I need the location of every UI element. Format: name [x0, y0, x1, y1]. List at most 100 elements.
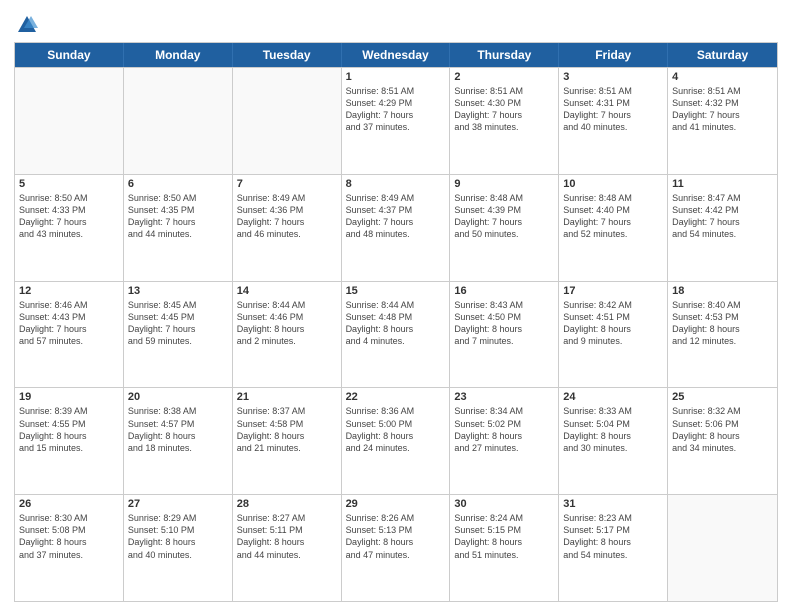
calendar: SundayMondayTuesdayWednesdayThursdayFrid… [14, 42, 778, 602]
day-info: Sunrise: 8:34 AM Sunset: 5:02 PM Dayligh… [454, 405, 554, 454]
day-number: 4 [672, 71, 773, 83]
week-row-1: 5 Sunrise: 8:50 AM Sunset: 4:33 PM Daylig… [15, 174, 777, 281]
day-info: Sunrise: 8:45 AM Sunset: 4:45 PM Dayligh… [128, 299, 228, 348]
day-number: 23 [454, 391, 554, 403]
day-info: Sunrise: 8:48 AM Sunset: 4:39 PM Dayligh… [454, 192, 554, 241]
day-number: 19 [19, 391, 119, 403]
day-number: 24 [563, 391, 663, 403]
day-info: Sunrise: 8:30 AM Sunset: 5:08 PM Dayligh… [19, 512, 119, 561]
day-cell: 31 Sunrise: 8:23 AM Sunset: 5:17 PM Dayli… [559, 495, 668, 601]
day-number: 6 [128, 178, 228, 190]
day-cell: 14 Sunrise: 8:44 AM Sunset: 4:46 PM Dayli… [233, 282, 342, 388]
day-number: 13 [128, 285, 228, 297]
day-info: Sunrise: 8:50 AM Sunset: 4:33 PM Dayligh… [19, 192, 119, 241]
day-cell: 13 Sunrise: 8:45 AM Sunset: 4:45 PM Dayli… [124, 282, 233, 388]
day-number: 3 [563, 71, 663, 83]
day-cell: 21Sunrise: 8:37 AM Sunset: 4:58 PM Dayli… [233, 388, 342, 494]
day-header-thursday: Thursday [450, 43, 559, 67]
day-cell: 26 Sunrise: 8:30 AM Sunset: 5:08 PM Dayli… [15, 495, 124, 601]
day-cell: 7 Sunrise: 8:49 AM Sunset: 4:36 PM Daylig… [233, 175, 342, 281]
day-cell: 29Sunrise: 8:26 AM Sunset: 5:13 PM Dayli… [342, 495, 451, 601]
day-info: Sunrise: 8:50 AM Sunset: 4:35 PM Dayligh… [128, 192, 228, 241]
day-cell: 15Sunrise: 8:44 AM Sunset: 4:48 PM Dayli… [342, 282, 451, 388]
day-info: Sunrise: 8:26 AM Sunset: 5:13 PM Dayligh… [346, 512, 446, 561]
day-number: 30 [454, 498, 554, 510]
day-cell: 5 Sunrise: 8:50 AM Sunset: 4:33 PM Daylig… [15, 175, 124, 281]
day-cell: 9 Sunrise: 8:48 AM Sunset: 4:39 PM Daylig… [450, 175, 559, 281]
day-number: 18 [672, 285, 773, 297]
day-info: Sunrise: 8:49 AM Sunset: 4:37 PM Dayligh… [346, 192, 446, 241]
day-header-monday: Monday [124, 43, 233, 67]
day-number: 8 [346, 178, 446, 190]
day-cell: 4 Sunrise: 8:51 AM Sunset: 4:32 PM Daylig… [668, 68, 777, 174]
page: SundayMondayTuesdayWednesdayThursdayFrid… [0, 0, 792, 612]
day-info: Sunrise: 8:43 AM Sunset: 4:50 PM Dayligh… [454, 299, 554, 348]
day-info: Sunrise: 8:38 AM Sunset: 4:57 PM Dayligh… [128, 405, 228, 454]
day-number: 2 [454, 71, 554, 83]
day-info: Sunrise: 8:37 AM Sunset: 4:58 PM Dayligh… [237, 405, 337, 454]
day-cell: 23 Sunrise: 8:34 AM Sunset: 5:02 PM Dayli… [450, 388, 559, 494]
day-number: 5 [19, 178, 119, 190]
day-number: 26 [19, 498, 119, 510]
day-cell: 12 Sunrise: 8:46 AM Sunset: 4:43 PM Dayli… [15, 282, 124, 388]
calendar-body: 1 Sunrise: 8:51 AM Sunset: 4:29 PM Daylig… [15, 67, 777, 601]
day-cell: 3Sunrise: 8:51 AM Sunset: 4:31 PM Daylig… [559, 68, 668, 174]
day-header-saturday: Saturday [668, 43, 777, 67]
day-cell: 22Sunrise: 8:36 AM Sunset: 5:00 PM Dayli… [342, 388, 451, 494]
day-header-tuesday: Tuesday [233, 43, 342, 67]
header [14, 10, 778, 36]
day-cell: 25 Sunrise: 8:32 AM Sunset: 5:06 PM Dayli… [668, 388, 777, 494]
day-cell [15, 68, 124, 174]
day-cell: 8 Sunrise: 8:49 AM Sunset: 4:37 PM Daylig… [342, 175, 451, 281]
day-info: Sunrise: 8:27 AM Sunset: 5:11 PM Dayligh… [237, 512, 337, 561]
day-number: 28 [237, 498, 337, 510]
day-cell: 20 Sunrise: 8:38 AM Sunset: 4:57 PM Dayli… [124, 388, 233, 494]
day-cell: 18 Sunrise: 8:40 AM Sunset: 4:53 PM Dayli… [668, 282, 777, 388]
day-number: 16 [454, 285, 554, 297]
logo [14, 14, 38, 36]
day-cell [233, 68, 342, 174]
day-cell: 17 Sunrise: 8:42 AM Sunset: 4:51 PM Dayli… [559, 282, 668, 388]
day-info: Sunrise: 8:51 AM Sunset: 4:32 PM Dayligh… [672, 85, 773, 134]
day-info: Sunrise: 8:40 AM Sunset: 4:53 PM Dayligh… [672, 299, 773, 348]
week-row-2: 12 Sunrise: 8:46 AM Sunset: 4:43 PM Dayli… [15, 281, 777, 388]
day-info: Sunrise: 8:51 AM Sunset: 4:29 PM Dayligh… [346, 85, 446, 134]
day-cell: 11Sunrise: 8:47 AM Sunset: 4:42 PM Dayli… [668, 175, 777, 281]
day-info: Sunrise: 8:49 AM Sunset: 4:36 PM Dayligh… [237, 192, 337, 241]
day-info: Sunrise: 8:44 AM Sunset: 4:46 PM Dayligh… [237, 299, 337, 348]
day-info: Sunrise: 8:48 AM Sunset: 4:40 PM Dayligh… [563, 192, 663, 241]
day-cell: 19Sunrise: 8:39 AM Sunset: 4:55 PM Dayli… [15, 388, 124, 494]
day-number: 7 [237, 178, 337, 190]
week-row-3: 19Sunrise: 8:39 AM Sunset: 4:55 PM Dayli… [15, 387, 777, 494]
day-cell: 6 Sunrise: 8:50 AM Sunset: 4:35 PM Daylig… [124, 175, 233, 281]
day-info: Sunrise: 8:32 AM Sunset: 5:06 PM Dayligh… [672, 405, 773, 454]
day-info: Sunrise: 8:24 AM Sunset: 5:15 PM Dayligh… [454, 512, 554, 561]
day-info: Sunrise: 8:29 AM Sunset: 5:10 PM Dayligh… [128, 512, 228, 561]
day-info: Sunrise: 8:44 AM Sunset: 4:48 PM Dayligh… [346, 299, 446, 348]
day-number: 1 [346, 71, 446, 83]
day-cell: 16 Sunrise: 8:43 AM Sunset: 4:50 PM Dayli… [450, 282, 559, 388]
day-number: 31 [563, 498, 663, 510]
day-cell: 30 Sunrise: 8:24 AM Sunset: 5:15 PM Dayli… [450, 495, 559, 601]
day-cell: 2 Sunrise: 8:51 AM Sunset: 4:30 PM Daylig… [450, 68, 559, 174]
day-number: 12 [19, 285, 119, 297]
day-header-sunday: Sunday [15, 43, 124, 67]
day-header-wednesday: Wednesday [342, 43, 451, 67]
day-info: Sunrise: 8:51 AM Sunset: 4:30 PM Dayligh… [454, 85, 554, 134]
day-number: 9 [454, 178, 554, 190]
day-info: Sunrise: 8:23 AM Sunset: 5:17 PM Dayligh… [563, 512, 663, 561]
day-info: Sunrise: 8:46 AM Sunset: 4:43 PM Dayligh… [19, 299, 119, 348]
day-info: Sunrise: 8:36 AM Sunset: 5:00 PM Dayligh… [346, 405, 446, 454]
day-number: 14 [237, 285, 337, 297]
logo-icon [16, 14, 38, 36]
day-info: Sunrise: 8:42 AM Sunset: 4:51 PM Dayligh… [563, 299, 663, 348]
day-cell [668, 495, 777, 601]
day-number: 20 [128, 391, 228, 403]
day-cell: 28 Sunrise: 8:27 AM Sunset: 5:11 PM Dayli… [233, 495, 342, 601]
day-cell: 24Sunrise: 8:33 AM Sunset: 5:04 PM Dayli… [559, 388, 668, 494]
day-number: 17 [563, 285, 663, 297]
day-cell: 1 Sunrise: 8:51 AM Sunset: 4:29 PM Daylig… [342, 68, 451, 174]
day-number: 25 [672, 391, 773, 403]
week-row-0: 1 Sunrise: 8:51 AM Sunset: 4:29 PM Daylig… [15, 67, 777, 174]
day-number: 10 [563, 178, 663, 190]
